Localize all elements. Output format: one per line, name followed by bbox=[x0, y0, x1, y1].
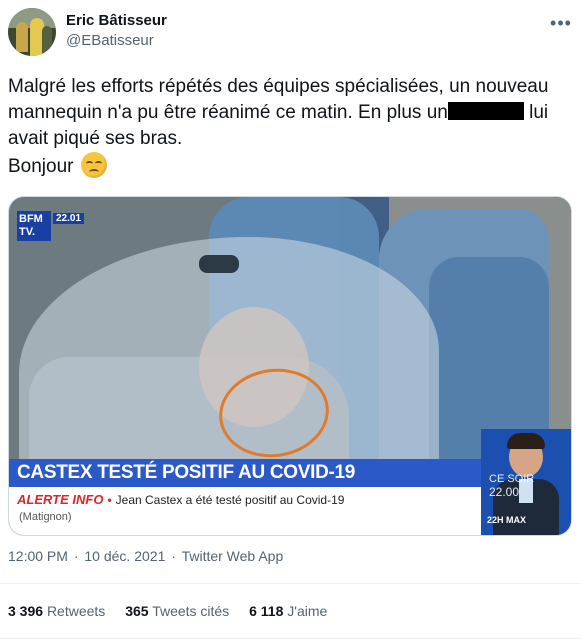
alert-label: ALERTE INFO bbox=[17, 492, 104, 507]
unamused-face-emoji bbox=[80, 152, 107, 178]
alert-text: Jean Castex a été testé positif au Covid… bbox=[115, 493, 345, 507]
avatar-figure bbox=[42, 26, 52, 56]
show-time: 22.00 bbox=[489, 485, 520, 499]
avatar-figure bbox=[16, 22, 28, 52]
likes-count: 6 118 bbox=[249, 603, 284, 619]
news-lower-third: CASTEX TESTÉ POSITIF AU COVID-19 ALERTE … bbox=[9, 459, 481, 535]
retweets-count: 3 396 bbox=[8, 603, 44, 619]
presenter-hair bbox=[507, 433, 545, 449]
channel-time: 22.01 bbox=[53, 213, 85, 224]
meta-separator: · bbox=[171, 548, 176, 564]
meta-separator: · bbox=[73, 548, 79, 564]
likes-stat[interactable]: 6 118 J'aime bbox=[249, 603, 327, 619]
redaction-bar bbox=[447, 102, 524, 120]
tweet-date[interactable]: 10 déc. 2021 bbox=[84, 548, 165, 564]
author-name[interactable]: Eric Bâtisseur bbox=[66, 12, 167, 29]
alert-bullet: • bbox=[107, 493, 112, 507]
likes-label: J'aime bbox=[287, 603, 328, 619]
emoji-eye bbox=[94, 161, 102, 166]
tweet-text-line3: Bonjour bbox=[8, 156, 74, 177]
tweet-stats: 3 396 Retweets 365 Tweets cités 6 118 J'… bbox=[8, 603, 343, 619]
tweet-source[interactable]: Twitter Web App bbox=[182, 548, 284, 564]
presenter-promo: CE SOIR 22.00 22H MAX bbox=[481, 429, 571, 535]
divider bbox=[0, 583, 581, 584]
more-horizontal-icon[interactable]: ••• bbox=[546, 8, 576, 38]
plastic-bubble bbox=[19, 237, 439, 487]
channel-logo: BFM TV. 22.01 bbox=[17, 211, 85, 245]
tweet-meta: 12:00 PM · 10 déc. 2021 · Twitter Web Ap… bbox=[8, 548, 283, 564]
divider bbox=[0, 638, 581, 639]
news-headline: CASTEX TESTÉ POSITIF AU COVID-19 bbox=[9, 459, 481, 487]
tweet-media[interactable]: BFM TV. 22.01 CASTEX TESTÉ POSITIF AU CO… bbox=[8, 196, 572, 536]
tweet-text: Malgré les efforts répétés des équipes s… bbox=[8, 74, 568, 180]
location-label: (Matignon) bbox=[19, 511, 72, 523]
channel-logo-text: BFM TV. bbox=[17, 211, 51, 241]
avatar[interactable] bbox=[8, 8, 56, 56]
show-name: CE SOIR bbox=[489, 473, 535, 485]
quotes-count: 365 bbox=[125, 603, 149, 619]
retweets-label: Retweets bbox=[46, 603, 106, 619]
tweet-header: Eric Bâtisseur @EBatisseur ••• bbox=[0, 0, 581, 70]
author-handle[interactable]: @EBatisseur bbox=[66, 32, 154, 49]
retweets-stat[interactable]: 3 396 Retweets bbox=[8, 603, 105, 619]
tube bbox=[199, 255, 239, 273]
quotes-label: Tweets cités bbox=[152, 603, 230, 619]
show-brand: 22H MAX bbox=[487, 515, 527, 525]
tweet-time[interactable]: 12:00 PM bbox=[8, 548, 68, 564]
alert-row: ALERTE INFO • Jean Castex a été testé posi… bbox=[17, 492, 344, 507]
emoji-eye bbox=[85, 161, 93, 166]
emoji-mouth bbox=[88, 169, 99, 175]
quotes-stat[interactable]: 365 Tweets cités bbox=[125, 603, 229, 619]
